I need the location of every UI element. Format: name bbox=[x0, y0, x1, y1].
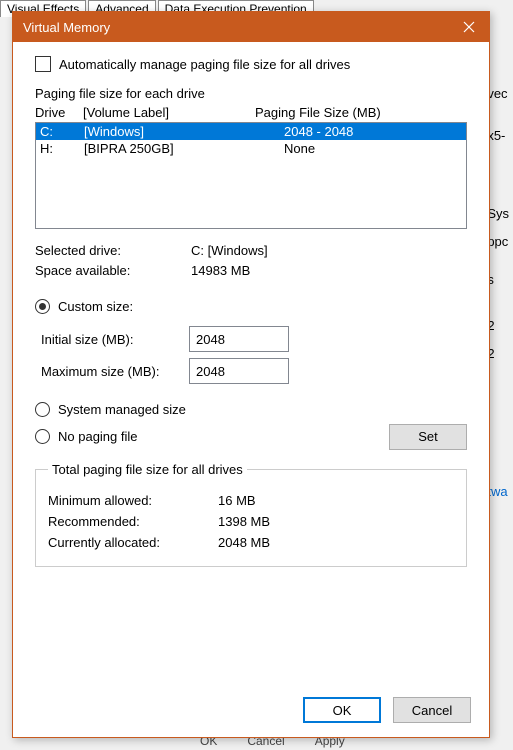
cancel-button[interactable]: Cancel bbox=[393, 697, 471, 723]
radio-custom-label: Custom size: bbox=[58, 299, 133, 314]
selected-drive-label: Selected drive: bbox=[35, 243, 191, 258]
set-button[interactable]: Set bbox=[389, 424, 467, 450]
radio-no-paging-label: No paging file bbox=[58, 429, 138, 444]
maximum-size-input[interactable] bbox=[189, 358, 289, 384]
maximum-size-label: Maximum size (MB): bbox=[41, 364, 189, 379]
initial-size-input[interactable] bbox=[189, 326, 289, 352]
close-icon[interactable] bbox=[459, 17, 479, 37]
recommended-label: Recommended: bbox=[48, 514, 218, 529]
min-allowed-label: Minimum allowed: bbox=[48, 493, 218, 508]
radio-system-label: System managed size bbox=[58, 402, 186, 417]
parent-link[interactable]: twa bbox=[487, 478, 509, 506]
totals-legend: Total paging file size for all drives bbox=[48, 462, 247, 477]
drive-row-c[interactable]: C: [Windows] 2048 - 2048 bbox=[36, 123, 466, 140]
drive-list-header: Drive [Volume Label] Paging File Size (M… bbox=[35, 103, 467, 122]
radio-system-managed[interactable] bbox=[35, 402, 50, 417]
currently-allocated-label: Currently allocated: bbox=[48, 535, 218, 550]
radio-custom-size[interactable] bbox=[35, 299, 50, 314]
currently-allocated-value: 2048 MB bbox=[218, 535, 270, 550]
drive-group-label: Paging file size for each drive bbox=[35, 86, 467, 101]
auto-manage-checkbox[interactable] bbox=[35, 56, 51, 72]
drive-row-h[interactable]: H: [BIPRA 250GB] None bbox=[36, 140, 466, 157]
drive-list[interactable]: C: [Windows] 2048 - 2048 H: [BIPRA 250GB… bbox=[35, 122, 467, 229]
ok-button[interactable]: OK bbox=[303, 697, 381, 723]
initial-size-label: Initial size (MB): bbox=[41, 332, 189, 347]
virtual-memory-dialog: Virtual Memory Automatically manage pagi… bbox=[12, 11, 490, 738]
totals-group: Total paging file size for all drives Mi… bbox=[35, 462, 467, 567]
dialog-title: Virtual Memory bbox=[23, 20, 459, 35]
space-available-label: Space available: bbox=[35, 263, 191, 278]
min-allowed-value: 16 MB bbox=[218, 493, 256, 508]
titlebar: Virtual Memory bbox=[13, 12, 489, 42]
space-available-value: 14983 MB bbox=[191, 263, 467, 278]
auto-manage-label: Automatically manage paging file size fo… bbox=[59, 57, 350, 72]
selected-drive-value: C: [Windows] bbox=[191, 243, 467, 258]
radio-no-paging[interactable] bbox=[35, 429, 50, 444]
parent-text-fragments: vec x5- Sys ppc s 2 2 twa bbox=[487, 80, 509, 506]
recommended-value: 1398 MB bbox=[218, 514, 270, 529]
